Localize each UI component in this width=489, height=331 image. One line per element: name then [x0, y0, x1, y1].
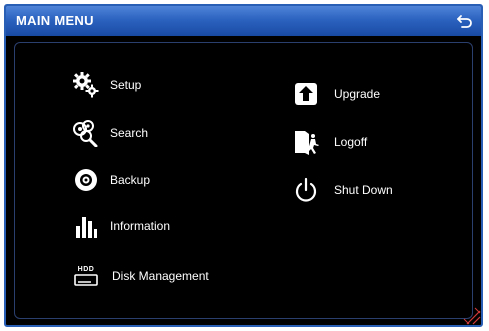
menu-item-label: Information: [110, 219, 171, 233]
hdd-icon: HDD: [72, 262, 100, 290]
disc-icon: [72, 166, 100, 194]
menu-item-label: Backup: [110, 173, 151, 187]
hdd-badge: HDD: [77, 266, 95, 273]
back-button[interactable]: [455, 11, 475, 31]
menu-item-shut-down[interactable]: Shut Down: [292, 175, 393, 205]
upload-icon: [292, 80, 320, 108]
title-bar: MAIN MENU: [6, 6, 481, 36]
menu-item-information[interactable]: Information: [72, 211, 170, 241]
resize-handle-icon: [463, 307, 481, 325]
exit-door-icon: [292, 128, 320, 156]
menu-item-label: Setup: [110, 78, 142, 92]
gears-icon: [72, 71, 100, 99]
menu-item-search[interactable]: Search: [72, 118, 148, 148]
menu-item-backup[interactable]: Backup: [72, 165, 150, 195]
menu-item-label: Logoff: [334, 135, 368, 149]
menu-item-label: Search: [110, 126, 149, 140]
menu-item-label: Shut Down: [334, 183, 393, 197]
main-menu-window: MAIN MENU Setup Search Backup Informatio…: [4, 4, 483, 327]
bar-chart-icon: [72, 212, 100, 240]
window-title: MAIN MENU: [16, 13, 94, 28]
menu-item-disk-management[interactable]: HDD Disk Management: [72, 261, 209, 291]
search-icon: [72, 119, 100, 147]
menu-item-setup[interactable]: Setup: [72, 70, 141, 100]
power-icon: [292, 176, 320, 204]
menu-panel: Setup Search Backup Information HDD Disk…: [14, 42, 473, 319]
menu-item-label: Disk Management: [112, 269, 209, 283]
menu-item-logoff[interactable]: Logoff: [292, 127, 367, 157]
menu-item-upgrade[interactable]: Upgrade: [292, 79, 380, 109]
back-arrow-icon: [457, 15, 472, 28]
menu-item-label: Upgrade: [334, 87, 381, 101]
